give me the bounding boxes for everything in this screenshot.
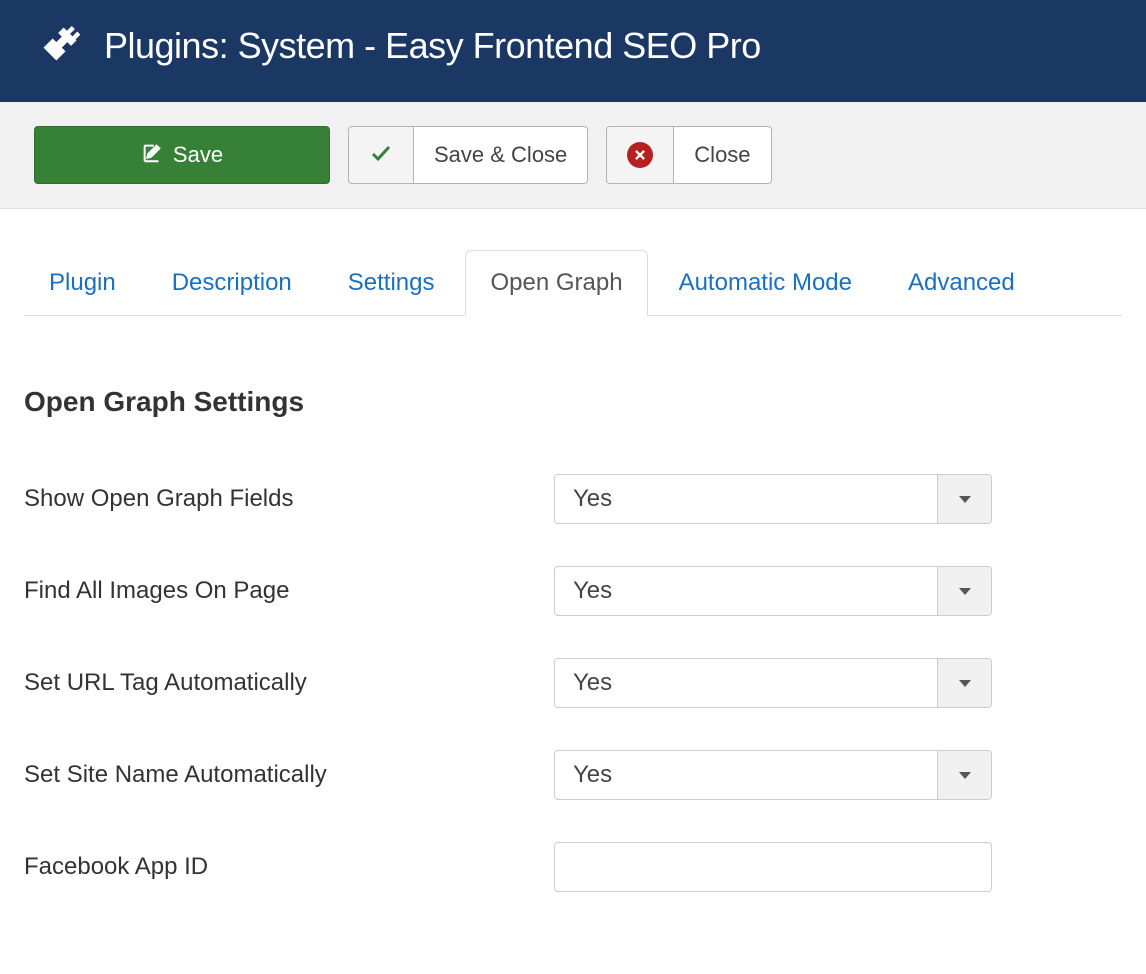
tab-advanced[interactable]: Advanced (907, 250, 1016, 316)
label-set-url-tag: Set URL Tag Automatically (24, 669, 554, 697)
save-close-button[interactable]: Save & Close (414, 126, 588, 184)
select-find-images[interactable]: Yes (554, 566, 992, 616)
close-button[interactable]: Close (674, 126, 771, 184)
chevron-down-icon (959, 496, 971, 503)
field-facebook-app-id: Facebook App ID (24, 842, 1122, 892)
tab-open-graph[interactable]: Open Graph (465, 250, 647, 316)
close-circle-icon (627, 142, 653, 168)
field-find-images: Find All Images On Page Yes (24, 566, 1122, 616)
save-close-icon-button[interactable] (348, 126, 414, 184)
select-caret[interactable] (937, 751, 991, 799)
field-show-og-fields: Show Open Graph Fields Yes (24, 474, 1122, 524)
page-title: Plugins: System - Easy Frontend SEO Pro (104, 25, 761, 67)
select-value[interactable]: Yes (555, 659, 937, 707)
input-facebook-app-id[interactable] (554, 842, 992, 892)
select-set-site-name[interactable]: Yes (554, 750, 992, 800)
section-title: Open Graph Settings (24, 386, 1122, 418)
tab-settings[interactable]: Settings (347, 250, 436, 316)
toolbar: Save Save & Close Close (0, 102, 1146, 209)
select-value[interactable]: Yes (555, 751, 937, 799)
field-set-url-tag: Set URL Tag Automatically Yes (24, 658, 1122, 708)
save-close-group: Save & Close (348, 126, 588, 184)
select-show-og-fields[interactable]: Yes (554, 474, 992, 524)
tab-description[interactable]: Description (171, 250, 293, 316)
close-label: Close (694, 144, 750, 166)
close-icon-button[interactable] (606, 126, 674, 184)
check-icon (369, 141, 393, 169)
field-set-site-name: Set Site Name Automatically Yes (24, 750, 1122, 800)
label-find-images: Find All Images On Page (24, 577, 554, 605)
label-facebook-app-id: Facebook App ID (24, 853, 554, 881)
select-value[interactable]: Yes (555, 567, 937, 615)
chevron-down-icon (959, 772, 971, 779)
tab-automatic-mode[interactable]: Automatic Mode (678, 250, 853, 316)
chevron-down-icon (959, 588, 971, 595)
tab-plugin[interactable]: Plugin (48, 250, 117, 316)
chevron-down-icon (959, 680, 971, 687)
select-caret[interactable] (937, 659, 991, 707)
select-caret[interactable] (937, 567, 991, 615)
page-header: Plugins: System - Easy Frontend SEO Pro (0, 0, 1146, 102)
save-close-label: Save & Close (434, 144, 567, 166)
label-show-og-fields: Show Open Graph Fields (24, 485, 554, 513)
select-set-url-tag[interactable]: Yes (554, 658, 992, 708)
select-value[interactable]: Yes (555, 475, 937, 523)
edit-icon (141, 142, 163, 168)
tabs: Plugin Description Settings Open Graph A… (24, 249, 1122, 316)
close-group: Close (606, 126, 771, 184)
save-button-label: Save (173, 144, 223, 166)
label-set-site-name: Set Site Name Automatically (24, 761, 554, 789)
content-area: Plugin Description Settings Open Graph A… (0, 249, 1146, 974)
plugin-icon (38, 22, 82, 71)
select-caret[interactable] (937, 475, 991, 523)
save-button[interactable]: Save (34, 126, 330, 184)
